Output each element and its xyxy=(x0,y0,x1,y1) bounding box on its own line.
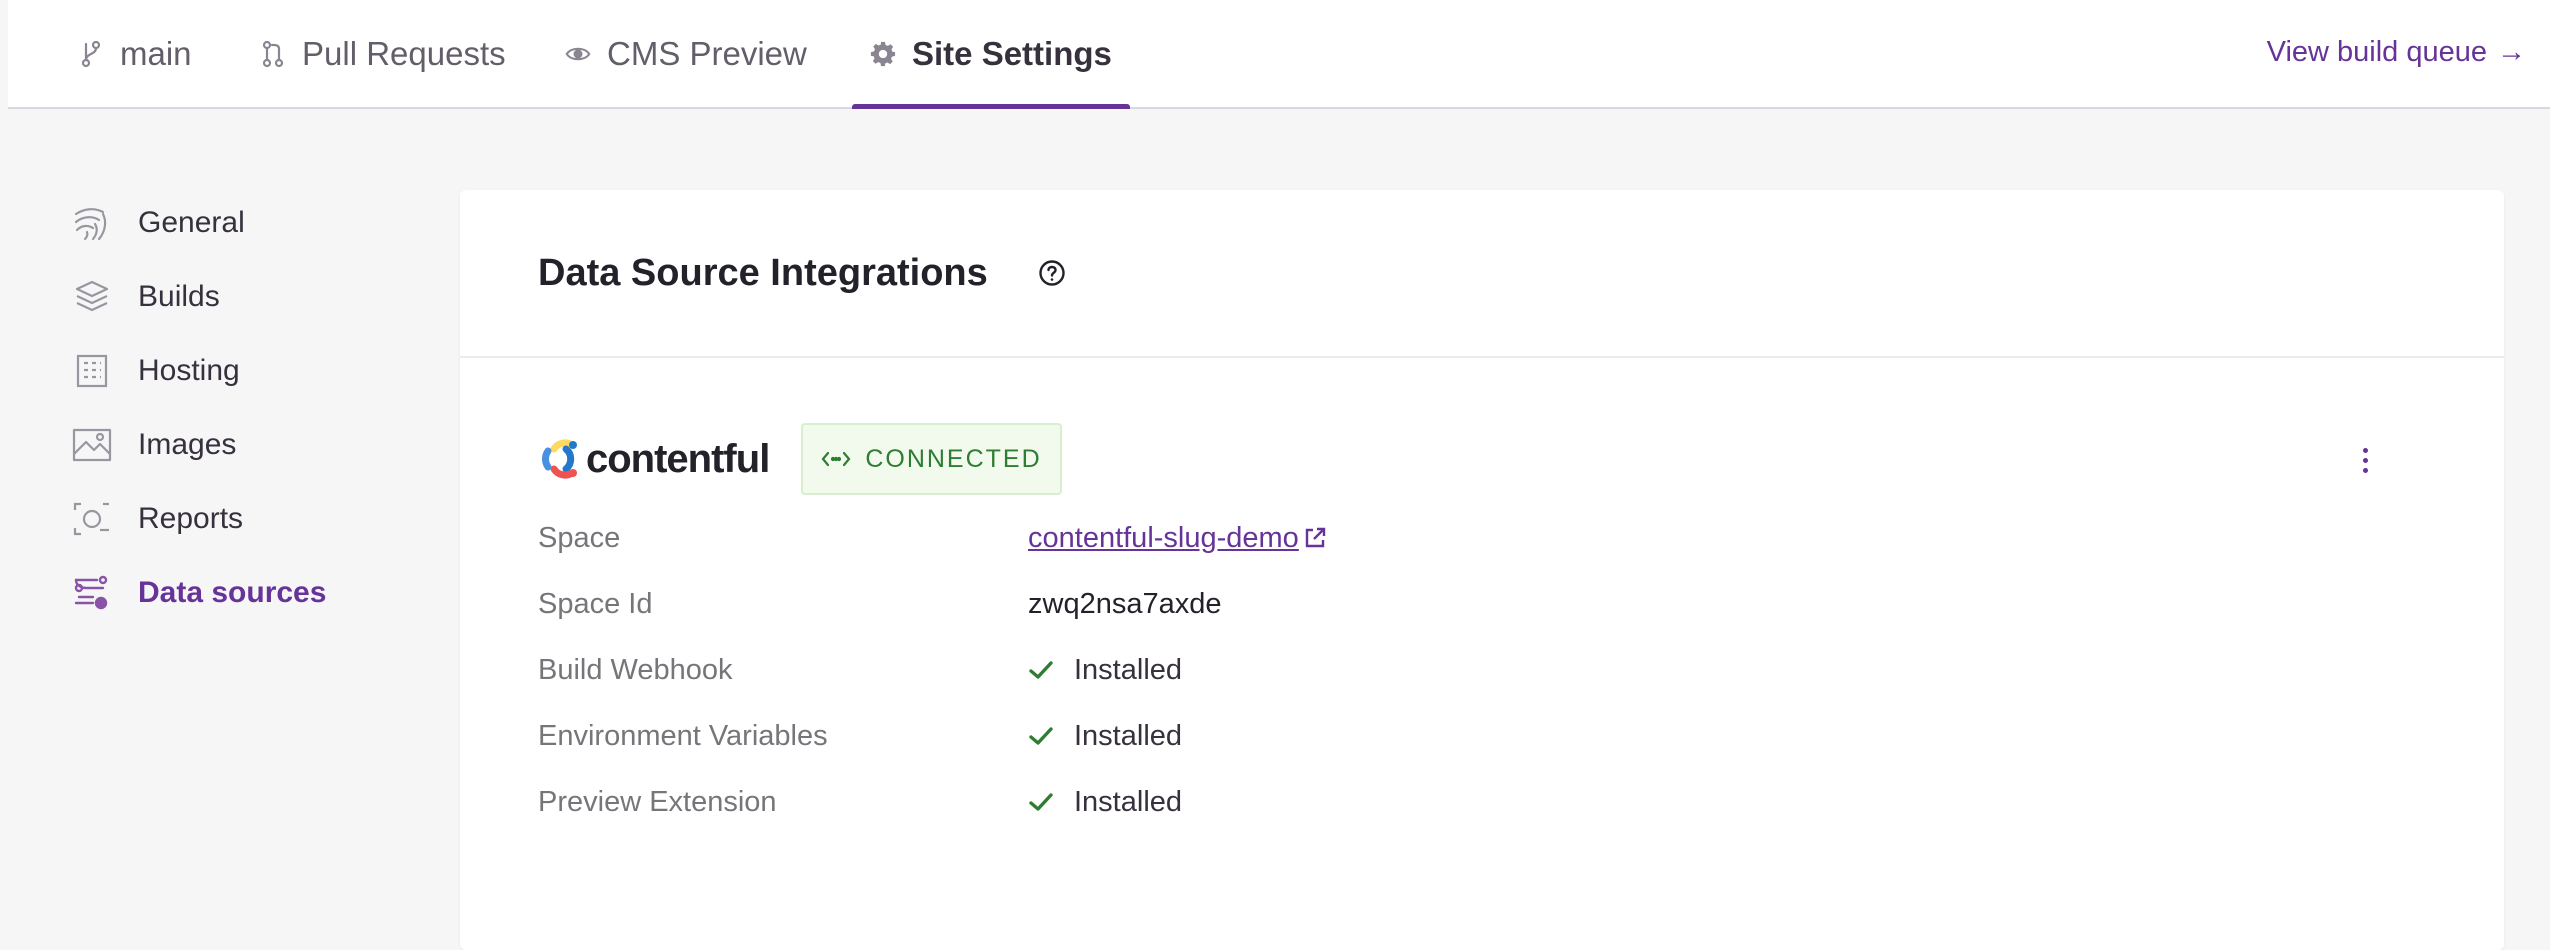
sidebar-item-builds[interactable]: Builds xyxy=(72,260,412,334)
detail-label: Environment Variables xyxy=(538,719,828,752)
sidebar-item-data-sources[interactable]: Data sources xyxy=(72,556,412,630)
detail-row-space-id: Space Id zwq2nsa7axde xyxy=(538,584,1738,624)
space-id-value: zwq2nsa7axde xyxy=(1028,587,1222,620)
sidebar-item-label: Data sources xyxy=(138,576,327,609)
status-text: Installed xyxy=(1074,785,1183,818)
tab-label: main xyxy=(120,34,192,72)
detail-row-space: Space contentful-slug-demo xyxy=(538,518,1738,558)
contentful-logo-icon xyxy=(542,439,577,479)
settings-sidebar: General Builds Hosting Images Reports Da… xyxy=(72,186,412,630)
sidebar-item-label: Reports xyxy=(138,502,244,535)
top-nav-bar: main Pull Requests CMS Preview Site Sett… xyxy=(8,0,2550,109)
detail-value: Installed xyxy=(1028,786,1182,819)
status-text: Installed xyxy=(1074,719,1183,752)
space-link[interactable]: contentful-slug-demo xyxy=(1028,522,1327,555)
detail-value: contentful-slug-demo xyxy=(1028,522,1327,555)
gear-icon xyxy=(870,39,896,69)
detail-row-environment-variables: Environment Variables Installed xyxy=(538,716,1738,756)
tab-label: Site Settings xyxy=(912,34,1112,72)
detail-label: Preview Extension xyxy=(538,785,777,818)
tab-pull-requests[interactable]: Pull Requests xyxy=(260,0,506,107)
tab-main[interactable]: main xyxy=(78,0,192,107)
sidebar-item-reports[interactable]: Reports xyxy=(72,482,412,556)
eye-icon xyxy=(565,39,591,69)
external-link-icon xyxy=(1305,527,1326,548)
contentful-integration: contentful CONNECTED Space contentful-sl… xyxy=(538,422,2504,818)
sidebar-item-label: Hosting xyxy=(138,354,240,387)
git-branch-icon xyxy=(78,39,104,69)
more-options-menu-icon[interactable] xyxy=(2350,440,2380,480)
sidebar-item-label: Builds xyxy=(138,280,220,313)
reports-icon xyxy=(72,499,112,539)
sidebar-item-images[interactable]: Images xyxy=(72,408,412,482)
check-icon xyxy=(1029,661,1053,679)
detail-value: Installed xyxy=(1028,720,1182,753)
detail-label: Build Webhook xyxy=(538,653,733,686)
general-icon xyxy=(72,203,112,243)
sidebar-item-hosting[interactable]: Hosting xyxy=(72,334,412,408)
check-icon xyxy=(1029,727,1053,745)
sidebar-item-label: General xyxy=(138,206,245,239)
tab-cms-preview[interactable]: CMS Preview xyxy=(565,0,807,107)
view-build-queue-link[interactable]: View build queue → xyxy=(2267,36,2526,69)
status-text: Installed xyxy=(1074,653,1183,686)
detail-row-preview-extension: Preview Extension Installed xyxy=(538,782,1738,822)
pull-request-icon xyxy=(260,39,286,69)
integration-header: contentful CONNECTED xyxy=(538,422,2504,496)
layers-icon xyxy=(72,277,112,317)
status-badge: CONNECTED xyxy=(801,423,1062,495)
code-link-icon xyxy=(821,451,851,467)
tab-label: Pull Requests xyxy=(302,34,506,72)
status-label: CONNECTED xyxy=(865,444,1042,473)
help-icon[interactable] xyxy=(1038,259,1066,287)
detail-label: Space Id xyxy=(538,587,653,620)
data-sources-icon xyxy=(72,573,112,613)
detail-label: Space xyxy=(538,521,621,554)
tab-label: CMS Preview xyxy=(607,34,807,72)
arrow-right-icon: → xyxy=(2497,36,2526,68)
contentful-wordmark: contentful xyxy=(586,436,770,481)
contentful-logo: contentful xyxy=(538,435,770,483)
space-link-text: contentful-slug-demo xyxy=(1028,521,1299,554)
tab-site-settings[interactable]: Site Settings xyxy=(852,0,1130,109)
page-title: Data Source Integrations xyxy=(538,251,988,294)
sidebar-item-general[interactable]: General xyxy=(72,186,412,260)
image-icon xyxy=(72,425,112,465)
detail-row-build-webhook: Build Webhook Installed xyxy=(538,650,1738,690)
detail-value: Installed xyxy=(1028,654,1182,687)
check-icon xyxy=(1029,793,1053,811)
sidebar-item-label: Images xyxy=(138,428,237,461)
card-header: Data Source Integrations xyxy=(460,190,2504,358)
build-queue-label: View build queue xyxy=(2266,36,2487,68)
building-icon xyxy=(72,351,112,391)
data-source-integrations-card: Data Source Integrations contentful CONN… xyxy=(460,190,2504,950)
